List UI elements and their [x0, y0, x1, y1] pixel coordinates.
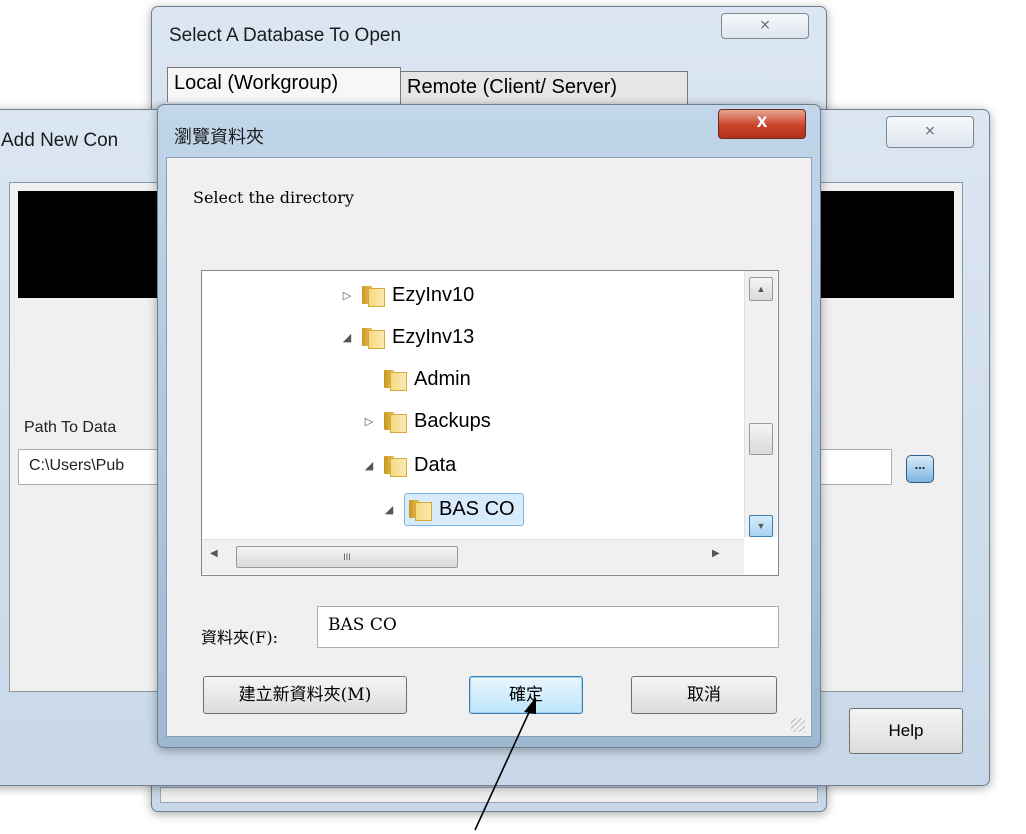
close-icon: ⨯	[759, 17, 771, 33]
folder-icon	[384, 454, 407, 477]
folder-tree[interactable]: ▷ EzyInv10 ◢ EzyInv13 Admin ▷ Backups ◢	[201, 270, 779, 576]
folder-icon	[409, 498, 432, 521]
ellipsis-icon: ...	[914, 457, 926, 472]
folder-icon	[362, 284, 385, 307]
browse-button[interactable]: ...	[906, 455, 934, 483]
triangle-down-icon[interactable]: ◢	[340, 331, 354, 344]
vertical-scroll-thumb[interactable]	[749, 423, 773, 455]
horizontal-scrollbar[interactable]: ◀ III ▶	[202, 539, 744, 574]
scroll-up-icon[interactable]: ▲	[749, 277, 773, 301]
resize-grip-icon[interactable]	[791, 718, 805, 732]
close-icon: X	[756, 115, 768, 131]
path-label: Path To Data	[24, 419, 117, 436]
browse-dialog-close-button[interactable]: X	[718, 109, 806, 139]
browse-folder-dialog: 瀏覽資料夾 X Select the directory ▷ EzyInv10 …	[157, 104, 821, 748]
path-input-right-part[interactable]	[818, 449, 892, 485]
add-new-title: Add New Con	[1, 130, 119, 151]
folder-icon	[362, 326, 385, 349]
tree-item-admin[interactable]: Admin	[362, 359, 471, 399]
folder-field-label: 資料夾(F):	[201, 628, 278, 647]
help-button[interactable]: Help	[849, 708, 963, 754]
select-database-bottom-strip	[160, 787, 818, 803]
black-panel-right	[820, 191, 954, 298]
select-database-title: Select A Database To Open	[169, 25, 402, 46]
add-new-close-button[interactable]: ⨯	[886, 116, 974, 148]
scroll-right-icon[interactable]: ▶	[712, 548, 720, 559]
triangle-right-icon[interactable]: ▷	[362, 415, 376, 428]
tab-local-workgroup[interactable]: Local (Workgroup)	[167, 67, 401, 102]
vertical-scrollbar[interactable]: ▲ ▼	[744, 271, 777, 537]
scroll-down-icon[interactable]: ▼	[749, 515, 773, 537]
tree-item-data[interactable]: ◢ Data	[362, 445, 456, 485]
folder-icon	[384, 368, 407, 391]
tree-item-ezyinv13[interactable]: ◢ EzyInv13	[340, 317, 474, 357]
horizontal-scroll-thumb[interactable]: III	[236, 546, 458, 568]
folder-icon	[384, 410, 407, 433]
triangle-down-icon[interactable]: ◢	[362, 459, 376, 472]
new-folder-button[interactable]: 建立新資料夾(M)	[203, 676, 407, 714]
tab-remote-client-server[interactable]: Remote (Client/ Server)	[400, 71, 688, 104]
cancel-button[interactable]: 取消	[631, 676, 777, 714]
browse-dialog-title: 瀏覽資料夾	[174, 127, 264, 147]
tree-item-backups[interactable]: ▷ Backups	[362, 401, 491, 441]
triangle-right-icon[interactable]: ▷	[340, 289, 354, 302]
close-icon: ⨯	[924, 123, 936, 139]
ok-button[interactable]: 確定	[469, 676, 583, 714]
tree-item-ezyinv10[interactable]: ▷ EzyInv10	[340, 275, 474, 315]
selected-item-highlight: BAS CO	[404, 492, 524, 526]
select-database-close-button[interactable]: ⨯	[721, 13, 809, 39]
scroll-left-icon[interactable]: ◀	[210, 548, 218, 559]
tree-item-bas-co-selected[interactable]: ◢ BAS CO	[382, 489, 524, 529]
browse-prompt: Select the directory	[193, 188, 354, 207]
browse-dialog-body: Select the directory ▷ EzyInv10 ◢ EzyInv…	[166, 157, 812, 737]
folder-input[interactable]: BAS CO	[317, 606, 779, 648]
triangle-down-icon[interactable]: ◢	[382, 503, 396, 516]
